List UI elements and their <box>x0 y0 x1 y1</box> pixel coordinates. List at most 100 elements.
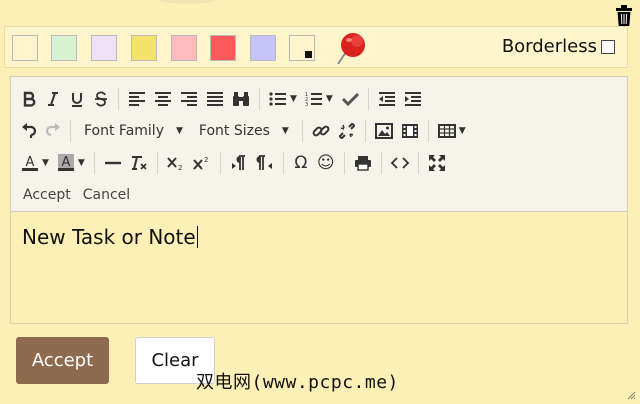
strikethrough-icon <box>95 91 107 107</box>
swatch-lavender[interactable] <box>91 35 117 61</box>
toolbar-separator <box>380 152 382 174</box>
pushpin-icon[interactable] <box>335 29 369 67</box>
align-left-button[interactable] <box>124 86 150 112</box>
fullscreen-button[interactable] <box>424 150 450 176</box>
undo-button[interactable] <box>17 118 41 144</box>
smiley-icon: ☺ <box>316 152 335 173</box>
bold-icon <box>23 91 36 107</box>
resize-handle-icon[interactable] <box>626 390 636 400</box>
horizontal-rule-button[interactable] <box>100 150 126 176</box>
swatch-pink[interactable] <box>171 35 197 61</box>
subscript-icon: 2 <box>167 157 182 171</box>
toolbar-cancel-button[interactable]: Cancel <box>77 187 136 203</box>
rtl-button[interactable] <box>252 150 278 176</box>
outdent-icon <box>378 92 395 106</box>
outdent-button[interactable] <box>374 86 400 112</box>
special-character-button[interactable]: Ω <box>289 150 313 176</box>
link-icon <box>312 125 330 137</box>
borderless-toggle[interactable]: Borderless <box>502 36 615 57</box>
font-family-dropdown[interactable]: Font Family ▼ <box>76 123 191 139</box>
emoticons-button[interactable]: ☺ <box>313 150 339 176</box>
rich-text-editor: ▼ 123 ▼ Font Family ▼ Font Sizes ▼ ▼ A ▼… <box>10 76 628 324</box>
bold-button[interactable] <box>17 86 41 112</box>
toolbar-separator <box>70 120 71 142</box>
align-justify-icon <box>207 92 223 106</box>
font-sizes-dropdown[interactable]: Font Sizes ▼ <box>191 123 297 139</box>
table-icon <box>437 124 456 138</box>
svg-text:2: 2 <box>178 164 182 171</box>
toolbar-separator <box>93 152 95 174</box>
align-center-button[interactable] <box>150 86 176 112</box>
borderless-checkbox[interactable] <box>601 39 615 54</box>
ltr-button[interactable] <box>226 150 252 176</box>
toolbar-accept-button[interactable]: Accept <box>17 187 77 203</box>
swatch-yellow[interactable] <box>131 35 157 61</box>
bullet-list-button[interactable]: ▼ <box>265 86 301 112</box>
insert-image-button[interactable] <box>371 118 397 144</box>
editor-content-area[interactable]: New Task or Note <box>11 213 627 323</box>
strikethrough-button[interactable] <box>89 86 113 112</box>
italic-icon <box>48 92 58 106</box>
align-justify-button[interactable] <box>202 86 228 112</box>
chevron-down-icon: ▼ <box>175 126 183 136</box>
borderless-label: Borderless <box>501 36 597 57</box>
svg-text:A: A <box>61 155 70 170</box>
source-code-button[interactable] <box>387 150 413 176</box>
trash-icon[interactable] <box>614 5 634 27</box>
editor-toolbar: ▼ 123 ▼ Font Family ▼ Font Sizes ▼ ▼ A ▼… <box>11 77 627 212</box>
toolbar-separator <box>282 152 284 174</box>
toolbar-separator <box>219 152 221 174</box>
background-color-button[interactable]: A ▼ <box>53 150 89 176</box>
numbered-list-button[interactable]: 123 ▼ <box>301 86 337 112</box>
indent-button[interactable] <box>400 86 426 112</box>
superscript-icon: 2 <box>193 156 208 170</box>
swatch-periwinkle[interactable] <box>250 35 276 61</box>
unlink-button[interactable] <box>334 118 360 144</box>
swatch-red[interactable] <box>210 35 236 61</box>
editor-content-text: New Task or Note <box>22 225 196 249</box>
redo-button[interactable] <box>41 118 65 144</box>
italic-button[interactable] <box>41 86 65 112</box>
swatch-borderless[interactable] <box>289 35 315 61</box>
horizontal-rule-icon <box>104 161 121 165</box>
unlink-icon <box>338 122 355 140</box>
swatch-light-green[interactable] <box>51 35 77 61</box>
insert-link-button[interactable] <box>308 118 334 144</box>
align-right-icon <box>181 92 197 106</box>
underline-button[interactable] <box>65 86 89 112</box>
checkmark-button[interactable] <box>337 86 363 112</box>
chevron-down-icon: ▼ <box>325 94 333 104</box>
table-button[interactable]: ▼ <box>434 118 470 144</box>
superscript-button[interactable]: 2 <box>189 150 215 176</box>
toolbar-separator <box>427 120 429 142</box>
chevron-down-icon: ▼ <box>42 158 49 168</box>
code-icon <box>390 157 409 169</box>
print-button[interactable] <box>350 150 376 176</box>
bullet-list-icon <box>269 92 286 106</box>
accept-button[interactable]: Accept <box>16 337 109 384</box>
checkmark-icon <box>341 92 359 107</box>
text-cursor <box>196 226 198 248</box>
toolbar-separator <box>156 152 158 174</box>
chevron-down-icon: ▼ <box>77 158 85 168</box>
insert-media-button[interactable] <box>397 118 423 144</box>
top-blur-decoration <box>150 0 225 4</box>
clear-formatting-icon <box>131 156 147 170</box>
toolbar-separator <box>301 120 303 142</box>
paragraph-rtl-icon <box>256 155 272 170</box>
align-left-icon <box>129 92 145 106</box>
image-icon <box>374 123 393 139</box>
omega-icon: Ω <box>294 152 308 173</box>
film-icon <box>401 124 418 138</box>
find-replace-button[interactable] <box>228 86 254 112</box>
numbered-list-icon: 123 <box>305 92 322 107</box>
clear-formatting-button[interactable] <box>126 150 152 176</box>
text-color-button[interactable]: A ▼ <box>17 150 53 176</box>
binoculars-icon <box>233 92 249 106</box>
toolbar-separator <box>367 88 369 110</box>
subscript-button[interactable]: 2 <box>163 150 189 176</box>
font-sizes-label: Font Sizes <box>198 123 270 139</box>
swatch-white-yellow[interactable] <box>12 35 38 61</box>
align-right-button[interactable] <box>176 86 202 112</box>
toolbar-separator <box>343 152 345 174</box>
